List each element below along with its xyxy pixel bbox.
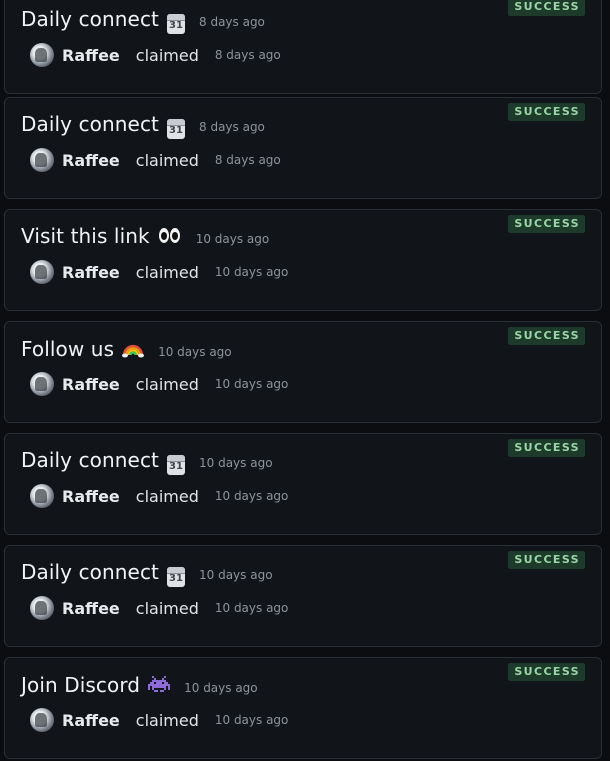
status-badge: SUCCESS [508, 551, 585, 569]
claim-row: Raffee claimed 10 days ago [30, 260, 288, 284]
avatar[interactable] [30, 260, 54, 284]
claim-action: claimed [135, 150, 199, 170]
quest-title-row: Daily connect 31 8 days ago [21, 112, 265, 139]
calendar-icon: 31 [167, 455, 185, 475]
claim-time: 10 days ago [214, 713, 289, 727]
claim-time: 10 days ago [214, 265, 289, 279]
quest-title: Visit this link [21, 224, 150, 248]
activity-card[interactable]: Visit this link 10 days ago SUCCESS Raff… [4, 209, 602, 311]
claim-row: Raffee claimed 8 days ago [30, 43, 281, 67]
claimer-name[interactable]: Raffee [62, 151, 120, 170]
claimer-name[interactable]: Raffee [62, 375, 120, 394]
rainbow-icon [122, 338, 145, 358]
claim-action: claimed [135, 486, 199, 506]
quest-title-row: Follow us 10 days ago [21, 336, 232, 361]
avatar[interactable] [30, 484, 54, 508]
avatar[interactable] [30, 148, 54, 172]
claim-time: 8 days ago [214, 153, 281, 167]
claimer-name[interactable]: Raffee [62, 46, 120, 65]
quest-time: 10 days ago [158, 345, 232, 359]
calendar-icon: 31 [167, 119, 185, 139]
claim-row: Raffee claimed 10 days ago [30, 596, 288, 620]
status-badge: SUCCESS [508, 215, 585, 233]
claim-time: 10 days ago [214, 377, 289, 391]
claim-time: 8 days ago [214, 48, 281, 62]
quest-title-row: Daily connect 31 10 days ago [21, 448, 273, 475]
claim-time: 10 days ago [214, 489, 289, 503]
quest-time: 8 days ago [199, 15, 265, 29]
activity-card[interactable]: Daily connect 31 8 days ago SUCCESS Raff… [4, 97, 602, 199]
activity-card[interactable]: Daily connect 31 10 days ago SUCCESS Raf… [4, 433, 602, 535]
claim-row: Raffee claimed 10 days ago [30, 708, 288, 732]
claimer-name[interactable]: Raffee [62, 711, 120, 730]
claim-row: Raffee claimed 10 days ago [30, 372, 288, 396]
eyes-icon [158, 227, 182, 245]
calendar-icon: 31 [167, 567, 185, 587]
quest-title-row: Visit this link 10 days ago [21, 224, 269, 248]
claimer-name[interactable]: Raffee [62, 487, 120, 506]
avatar[interactable] [30, 708, 54, 732]
activity-feed: Daily connect 31 8 days ago SUCCESS Raff… [0, 0, 610, 761]
quest-title: Follow us [21, 337, 115, 361]
status-badge: SUCCESS [508, 439, 585, 457]
claim-action: claimed [135, 710, 199, 730]
quest-title-row: Daily connect 31 8 days ago [21, 7, 265, 34]
claim-time: 10 days ago [214, 601, 289, 615]
status-badge: SUCCESS [508, 0, 585, 16]
quest-time: 10 days ago [199, 568, 273, 582]
claim-action: claimed [135, 45, 199, 65]
activity-card[interactable]: Daily connect 31 8 days ago SUCCESS Raff… [4, 0, 602, 94]
claim-row: Raffee claimed 10 days ago [30, 484, 288, 508]
quest-time: 10 days ago [195, 232, 270, 246]
claimer-name[interactable]: Raffee [62, 599, 120, 618]
claim-action: claimed [135, 374, 199, 394]
activity-card[interactable]: Join Discord 10 days ago SUCCESS Raffee … [4, 657, 602, 759]
quest-title: Daily connect [21, 112, 159, 136]
activity-card[interactable]: Follow us 10 days ago SUCCESS Raffee cla… [4, 321, 602, 423]
quest-time: 10 days ago [199, 456, 273, 470]
claimer-name[interactable]: Raffee [62, 263, 120, 282]
quest-title: Daily connect [21, 448, 159, 472]
calendar-icon: 31 [167, 14, 185, 34]
claim-action: claimed [135, 598, 199, 618]
claim-row: Raffee claimed 8 days ago [30, 148, 281, 172]
quest-title-row: Join Discord 10 days ago [21, 672, 258, 697]
avatar[interactable] [30, 43, 54, 67]
quest-title: Daily connect [21, 560, 159, 584]
quest-title-row: Daily connect 31 10 days ago [21, 560, 273, 587]
quest-title: Daily connect [21, 7, 159, 31]
quest-time: 10 days ago [184, 681, 258, 695]
avatar[interactable] [30, 372, 54, 396]
activity-card[interactable]: Daily connect 31 10 days ago SUCCESS Raf… [4, 545, 602, 647]
status-badge: SUCCESS [508, 327, 585, 345]
status-badge: SUCCESS [508, 103, 585, 121]
status-badge: SUCCESS [508, 663, 585, 681]
quest-time: 8 days ago [199, 120, 265, 134]
quest-title: Join Discord [21, 673, 141, 697]
avatar[interactable] [30, 596, 54, 620]
alien-monster-icon [148, 674, 171, 694]
claim-action: claimed [135, 262, 199, 282]
